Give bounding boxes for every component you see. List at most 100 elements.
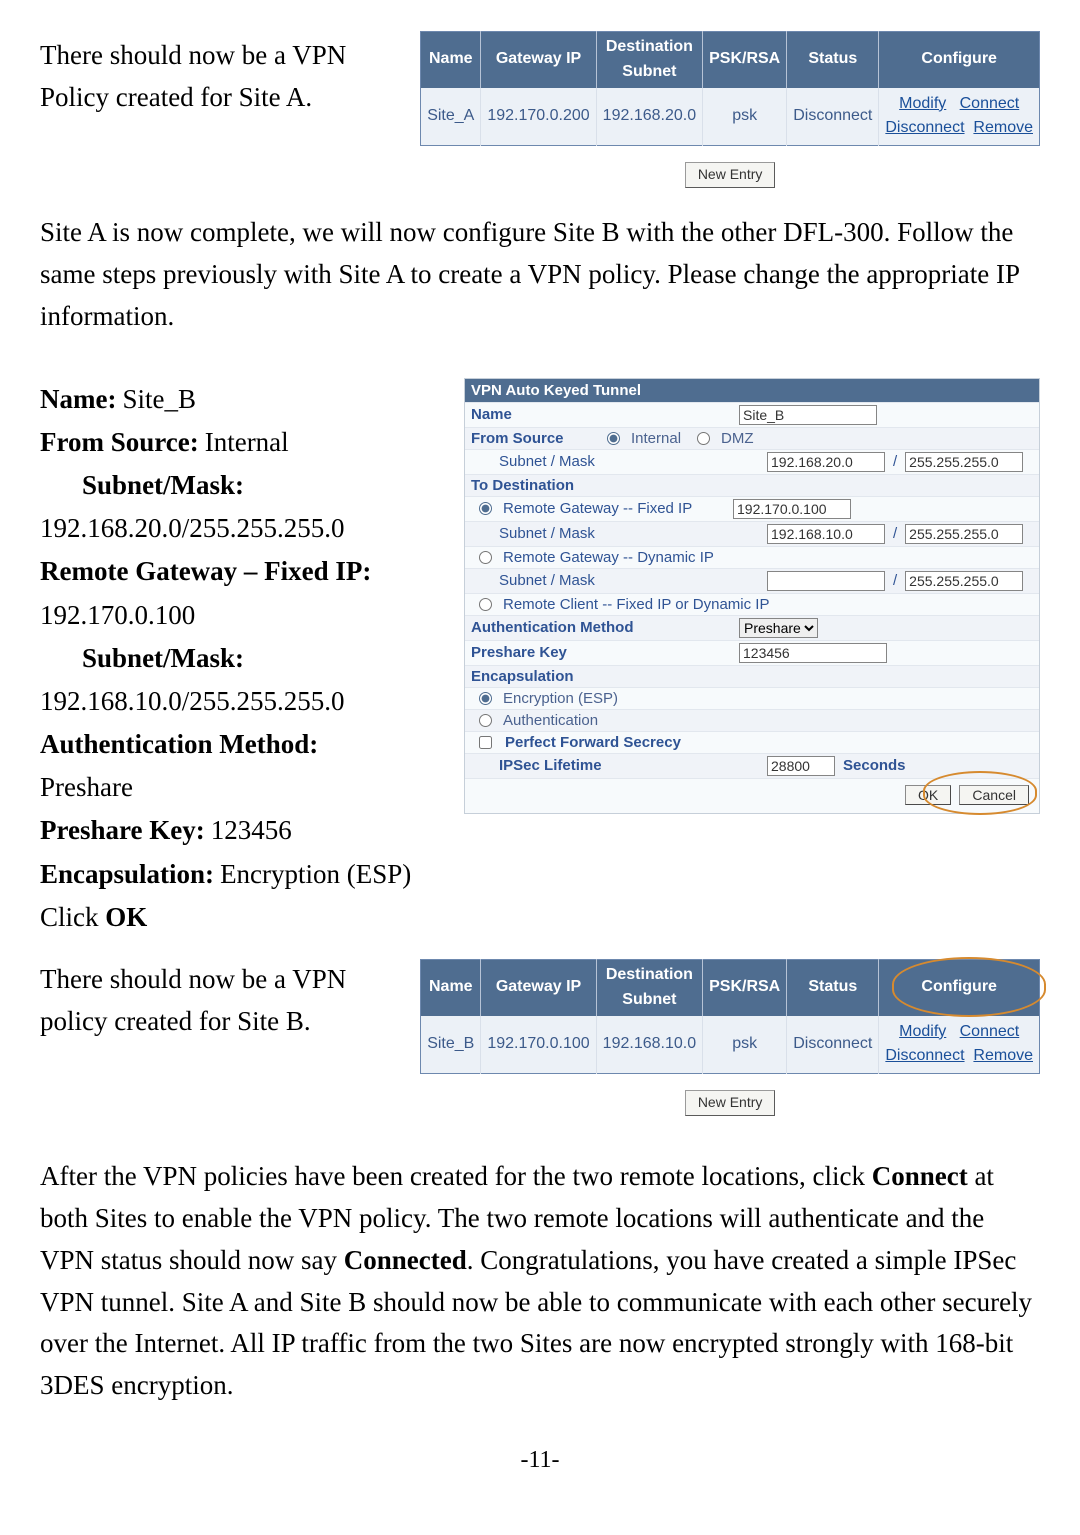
cfg-subnet2-value: 192.168.10.0/255.255.255.0: [40, 686, 345, 716]
th-gateway: Gateway IP: [481, 960, 596, 1016]
form-rg-dyn-label: Remote Gateway -- Dynamic IP: [503, 549, 1033, 566]
form-lifetime-label: IPSec Lifetime: [471, 757, 759, 774]
th-dest: Destination Subnet: [596, 960, 702, 1016]
checkbox-pfs[interactable]: [479, 736, 492, 749]
ok-button[interactable]: OK: [905, 785, 951, 805]
new-entry-button[interactable]: New Entry: [685, 1090, 776, 1116]
cell-psk: psk: [703, 1016, 787, 1074]
radio-internal[interactable]: [607, 432, 620, 445]
cfg-subnet1-value: 192.168.20.0/255.255.255.0: [40, 513, 345, 543]
cfg-subnet1-label: Subnet/Mask:: [82, 470, 244, 500]
th-status: Status: [787, 960, 879, 1016]
policy-table-site-a: Name Gateway IP Destination Subnet PSK/R…: [420, 31, 1040, 146]
link-modify[interactable]: Modify: [899, 95, 946, 112]
table-row: Site_B 192.170.0.100 192.168.10.0 psk Di…: [421, 1016, 1040, 1074]
link-disconnect[interactable]: Disconnect: [885, 119, 964, 136]
table-row: Site_A 192.170.0.200 192.168.20.0 psk Di…: [421, 88, 1040, 146]
para-configure-site-b: Site A is now complete, we will now conf…: [40, 212, 1040, 338]
cfg-from-value: Internal: [205, 421, 289, 464]
th-dest: Destination Subnet: [596, 32, 702, 88]
radio-rg-fixed[interactable]: [479, 502, 492, 515]
cfg-ok: OK: [105, 902, 147, 932]
cell-dest: 192.168.20.0: [596, 88, 702, 146]
cell-status: Disconnect: [787, 1016, 879, 1074]
cfg-enc-value: Encryption (ESP): [220, 853, 411, 896]
form-enc-esp: Encryption (ESP): [503, 690, 618, 707]
form-rg-subnet-input[interactable]: [767, 524, 885, 544]
radio-dmz[interactable]: [697, 432, 710, 445]
form-lifetime-units: Seconds: [843, 757, 906, 774]
form-rgdyn-mask-input[interactable]: [905, 571, 1023, 591]
form-rg-fixed-label: Remote Gateway -- Fixed IP: [503, 500, 725, 517]
cfg-name-label: Name:: [40, 378, 116, 421]
form-rg-subnet-label: Subnet / Mask: [471, 525, 759, 542]
form-auth-label: Authentication Method: [471, 619, 731, 636]
th-name: Name: [421, 32, 481, 88]
new-entry-button[interactable]: New Entry: [685, 162, 776, 188]
cell-dest: 192.168.10.0: [596, 1016, 702, 1074]
form-from-dmz: DMZ: [721, 430, 754, 447]
radio-auth-enc[interactable]: [479, 714, 492, 727]
cfg-auth-label: Authentication Method:: [40, 729, 318, 759]
cfg-from-label: From Source:: [40, 421, 199, 464]
cell-name: Site_A: [421, 88, 481, 146]
th-configure: Configure: [879, 960, 1040, 1016]
form-src-subnet-label: Subnet / Mask: [471, 453, 759, 470]
form-rg-mask-input[interactable]: [905, 524, 1023, 544]
th-psk: PSK/RSA: [703, 32, 787, 88]
th-status: Status: [787, 32, 879, 88]
cell-status: Disconnect: [787, 88, 879, 146]
form-enc-section: Encapsulation: [471, 668, 1033, 685]
form-auth-select[interactable]: Preshare: [739, 618, 818, 638]
form-name-label: Name: [471, 406, 731, 423]
radio-rg-dynamic[interactable]: [479, 551, 492, 564]
slash-icon: /: [893, 453, 897, 470]
cfg-subnet2-label: Subnet/Mask:: [82, 643, 244, 673]
cell-name: Site_B: [421, 1016, 481, 1074]
th-configure: Configure: [879, 32, 1040, 88]
cfg-enc-label: Encapsulation:: [40, 853, 214, 896]
form-pfs-label: Perfect Forward Secrecy: [505, 734, 1033, 751]
cancel-button[interactable]: Cancel: [959, 785, 1029, 805]
link-connect[interactable]: Connect: [960, 1023, 1020, 1040]
th-name: Name: [421, 960, 481, 1016]
para-site-b-created: There should now be a VPN policy created…: [40, 959, 390, 1043]
form-pk-input[interactable]: [739, 643, 887, 663]
th-psk: PSK/RSA: [703, 960, 787, 1016]
cfg-remotegw-label: Remote Gateway – Fixed IP:: [40, 556, 371, 586]
policy-table-site-b: Name Gateway IP Destination Subnet PSK/R…: [420, 959, 1040, 1074]
cfg-name-value: Site_B: [122, 378, 196, 421]
form-rg-fixed-input[interactable]: [733, 499, 851, 519]
form-to-dest: To Destination: [471, 477, 1033, 494]
th-gateway: Gateway IP: [481, 32, 596, 88]
slash-icon: /: [893, 525, 897, 542]
form-title: VPN Auto Keyed Tunnel: [465, 379, 1039, 402]
cell-psk: psk: [703, 88, 787, 146]
link-disconnect[interactable]: Disconnect: [885, 1047, 964, 1064]
cell-gw: 192.170.0.100: [481, 1016, 596, 1074]
cfg-click: Click: [40, 902, 105, 932]
cell-gw: 192.170.0.200: [481, 88, 596, 146]
vpn-form: VPN Auto Keyed Tunnel Name From Source I…: [464, 378, 1040, 814]
link-modify[interactable]: Modify: [899, 1023, 946, 1040]
cell-configure: Modify Connect Disconnect Remove: [879, 1016, 1040, 1074]
cell-configure: Modify Connect Disconnect Remove: [879, 88, 1040, 146]
link-remove[interactable]: Remove: [973, 119, 1033, 136]
radio-remote-client[interactable]: [479, 598, 492, 611]
form-remote-client-label: Remote Client -- Fixed IP or Dynamic IP: [503, 596, 1033, 613]
form-rgdyn-subnet-label: Subnet / Mask: [471, 572, 759, 589]
page-number: -11-: [40, 1447, 1040, 1474]
radio-esp[interactable]: [479, 692, 492, 705]
para-final: After the VPN policies have been created…: [40, 1156, 1040, 1407]
cfg-auth-value: Preshare: [40, 772, 133, 802]
link-connect[interactable]: Connect: [960, 95, 1020, 112]
form-lifetime-input[interactable]: [767, 756, 835, 776]
form-src-mask-input[interactable]: [905, 452, 1023, 472]
form-from-label: From Source: [471, 430, 591, 447]
form-rgdyn-subnet-input[interactable]: [767, 571, 885, 591]
form-name-input[interactable]: [739, 405, 877, 425]
form-enc-auth: Authentication: [503, 712, 598, 729]
form-src-subnet-input[interactable]: [767, 452, 885, 472]
link-remove[interactable]: Remove: [973, 1047, 1033, 1064]
form-pk-label: Preshare Key: [471, 644, 731, 661]
